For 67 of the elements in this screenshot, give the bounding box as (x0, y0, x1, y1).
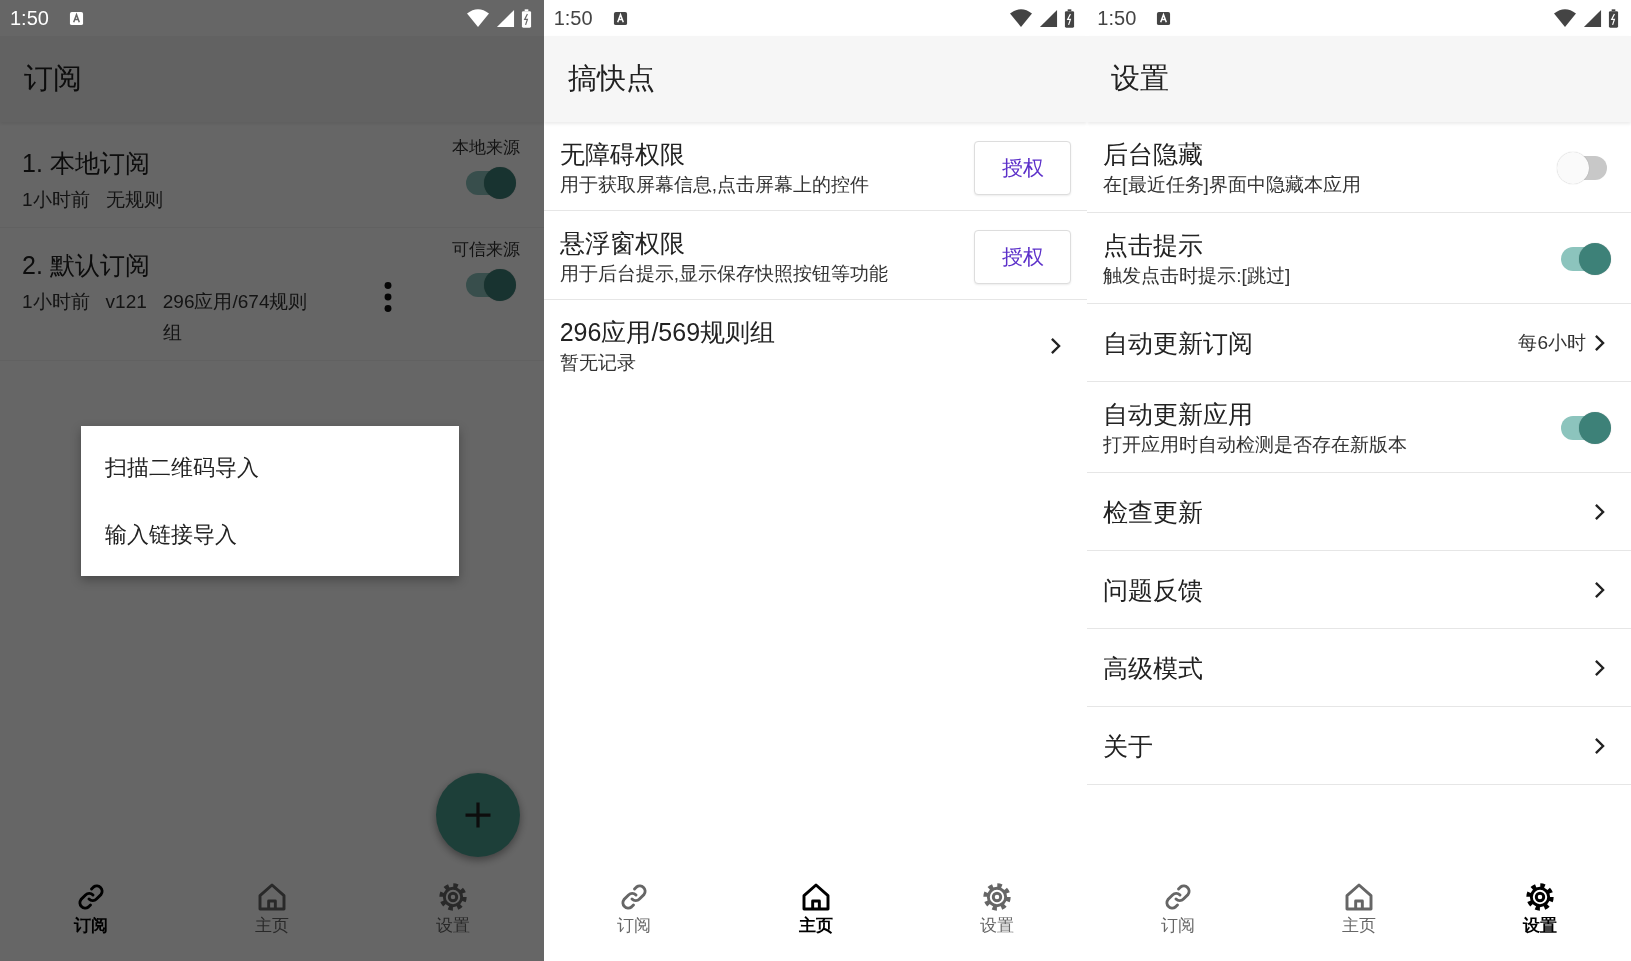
battery-icon (520, 7, 532, 29)
chevron-right-icon (1594, 658, 1605, 677)
permission-title: 无障碍权限 (559, 139, 686, 170)
signal-icon (1039, 8, 1059, 28)
setting-value: 每6小时 (1518, 330, 1586, 355)
nav-tab[interactable]: 设置 (1449, 881, 1631, 937)
screen-title: 设置 (1111, 61, 1170, 96)
nav-tab[interactable]: 订阅 (0, 881, 182, 937)
settings-icon (980, 881, 1013, 913)
nav-tab[interactable]: 订阅 (543, 881, 725, 937)
rules-summary: 296应用/569规则组 (559, 317, 777, 348)
permission-description: 用于后台提示,显示保存快照按钮等功能 (559, 262, 889, 286)
setting-title: 问题反馈 (1103, 574, 1205, 606)
setting-title: 高级模式 (1103, 652, 1205, 684)
source-label: 本地来源 (451, 137, 520, 159)
summary-subtitle: 暂无记录 (559, 351, 637, 375)
status-time: 1:50 (553, 6, 593, 30)
signal-icon (1583, 8, 1602, 28)
subscription-name: 1. 本地订阅 (22, 148, 151, 179)
nav-tab[interactable]: 主页 (1268, 881, 1450, 937)
subscription-info: 296应用/674规则组 (162, 290, 309, 345)
setting-description: 触发点击时提示:[跳过] (1103, 264, 1292, 288)
notification-icon (1156, 10, 1172, 26)
setting-title: 自动更新订阅 (1103, 327, 1255, 359)
settings-icon (1524, 881, 1557, 913)
setting-description: 打开应用时自动检测是否存在新版本 (1103, 433, 1409, 457)
notification-icon (612, 10, 628, 26)
nav-tab[interactable]: 设置 (906, 881, 1088, 937)
permission-description: 用于获取屏幕信息,点击屏幕上的控件 (559, 173, 870, 197)
setting-title: 点击提示 (1103, 230, 1205, 261)
chevron-right-icon (1594, 502, 1605, 521)
chevron-right-icon (1594, 736, 1605, 755)
setting-title: 自动更新应用 (1103, 399, 1255, 430)
status-time: 1:50 (10, 6, 49, 30)
add-button[interactable] (435, 773, 520, 857)
subscription-info: 1小时前 (22, 188, 90, 212)
setting-title: 后台隐藏 (1103, 139, 1205, 170)
chevron-right-icon (1594, 580, 1605, 599)
menu-item[interactable]: 扫描二维码导入 (81, 434, 459, 501)
chevron-right-icon (1050, 337, 1062, 355)
nav-tab[interactable]: 主页 (724, 881, 907, 937)
subscription-name: 2. 默认订阅 (22, 250, 151, 281)
subscription-info: v121 (105, 290, 147, 314)
wifi-icon (1009, 8, 1034, 28)
grant-button[interactable]: 授权 (974, 141, 1072, 195)
setting-title: 检查更新 (1103, 496, 1205, 528)
source-label: 可信来源 (451, 239, 520, 261)
more-vertical-icon[interactable] (383, 282, 392, 312)
battery-icon (1064, 7, 1076, 29)
screen-title: 订阅 (24, 61, 82, 96)
chevron-right-icon (1594, 333, 1605, 352)
setting-title: 关于 (1103, 730, 1155, 762)
subscription-info: 无规则 (105, 188, 163, 212)
wifi-icon (1553, 8, 1577, 28)
permission-title: 悬浮窗权限 (559, 228, 686, 259)
nav-tab[interactable]: 订阅 (1087, 881, 1269, 937)
battery-icon (1608, 7, 1619, 29)
wifi-icon (465, 8, 490, 28)
settings-icon (437, 881, 470, 913)
signal-icon (495, 8, 515, 28)
subscription-info: 1小时前 (22, 290, 90, 314)
notification-icon (68, 10, 84, 26)
status-time: 1:50 (1097, 6, 1137, 30)
screen-title: 搞快点 (567, 61, 655, 96)
menu-item[interactable]: 输入链接导入 (81, 501, 459, 568)
grant-button[interactable]: 授权 (974, 230, 1072, 284)
setting-description: 在[最近任务]界面中隐藏本应用 (1103, 173, 1362, 197)
